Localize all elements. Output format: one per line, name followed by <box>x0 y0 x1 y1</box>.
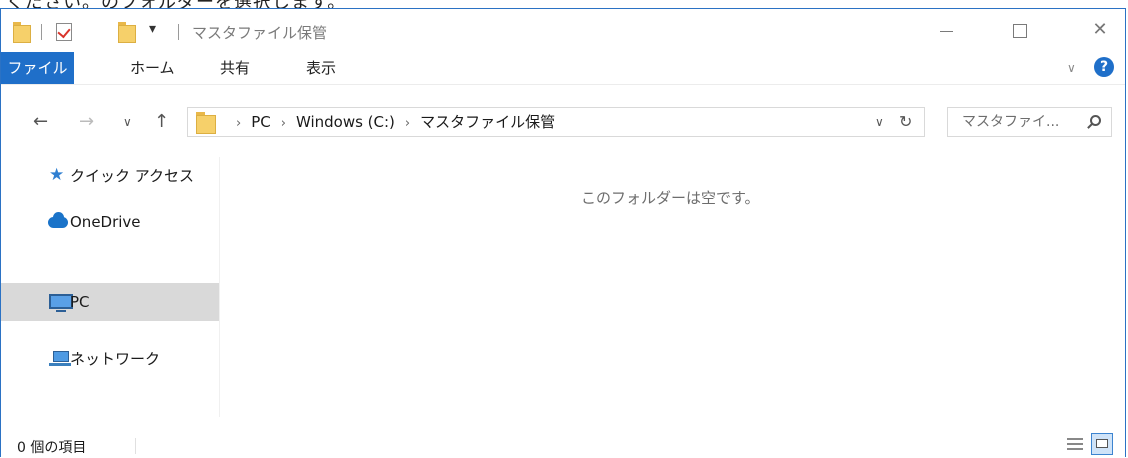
sidebar-item-label: クイック アクセス <box>70 167 195 185</box>
search-icon[interactable] <box>1090 115 1101 126</box>
star-icon: ★ <box>49 165 65 185</box>
breadcrumb: › PC › Windows (C:) › マスタファイル保管 <box>226 108 555 136</box>
close-icon: ✕ <box>1092 19 1108 40</box>
folder-icon <box>13 22 31 43</box>
maximize-icon <box>1013 24 1027 38</box>
large-icons-view-icon[interactable] <box>1091 433 1113 455</box>
navigation-bar: ← → ∨ ↑ › PC › Windows (C:) › マスタファイル保管 ∨ ↻ マ… <box>1 106 1125 138</box>
recent-locations-icon[interactable]: ∨ <box>123 106 132 138</box>
window-title: マスタファイル保管 <box>192 24 328 42</box>
sidebar-item-pc[interactable]: PC <box>1 283 219 321</box>
qat-separator <box>178 24 179 40</box>
breadcrumb-separator-icon[interactable]: › <box>236 116 241 131</box>
qat-separator <box>41 24 42 40</box>
explorer-window: ▾ マスタファイル保管 ✕ ファイル ホーム 共有 表示 ∨ ? ← → ∨ ↑… <box>0 8 1126 457</box>
tab-share[interactable]: 共有 <box>220 52 250 84</box>
breadcrumb-separator-icon[interactable]: › <box>405 116 410 131</box>
minimize-button[interactable] <box>923 9 969 51</box>
close-button[interactable]: ✕ <box>1077 9 1123 51</box>
item-count: 0 個の項目 <box>17 440 87 456</box>
refresh-icon[interactable]: ↻ <box>899 108 912 136</box>
network-icon <box>49 351 71 367</box>
expand-ribbon-icon[interactable]: ∨ <box>1067 61 1076 75</box>
tab-file[interactable]: ファイル <box>1 52 74 84</box>
maximize-button[interactable] <box>997 9 1043 51</box>
properties-icon[interactable] <box>56 23 72 41</box>
tab-view[interactable]: 表示 <box>306 52 336 84</box>
tab-home[interactable]: ホーム <box>130 52 175 84</box>
search-box[interactable]: マスタファイ... <box>947 107 1112 137</box>
title-bar: ▾ マスタファイル保管 ✕ <box>1 9 1125 51</box>
sidebar-item-quick-access[interactable]: ★ クイック アクセス <box>1 157 219 195</box>
cloud-icon <box>48 212 68 228</box>
status-separator <box>135 438 136 454</box>
folder-icon <box>196 112 216 134</box>
sidebar-item-label: ネットワーク <box>70 350 161 368</box>
ribbon-tabs: ファイル ホーム 共有 表示 ∨ ? <box>1 51 1125 85</box>
status-bar: 0 個の項目 <box>1 433 1125 458</box>
up-button[interactable]: ↑ <box>154 106 169 138</box>
address-dropdown-icon[interactable]: ∨ <box>875 108 884 136</box>
qat-dropdown-icon[interactable]: ▾ <box>149 21 156 37</box>
empty-folder-message: このフォルダーは空です。 <box>581 189 760 207</box>
sidebar-item-network[interactable]: ネットワーク <box>1 340 219 378</box>
forward-button[interactable]: → <box>79 106 94 138</box>
breadcrumb-separator-icon[interactable]: › <box>281 116 286 131</box>
sidebar-item-label: PC <box>70 293 90 311</box>
new-folder-icon[interactable] <box>118 22 136 43</box>
top-strip-text: ください。のフォルダーを選択します。 <box>6 0 346 8</box>
top-strip: ください。のフォルダーを選択します。 <box>0 0 1128 8</box>
sidebar-item-onedrive[interactable]: OneDrive <box>1 203 219 241</box>
breadcrumb-current-folder[interactable]: マスタファイル保管 <box>420 113 555 131</box>
details-view-icon[interactable] <box>1067 436 1083 452</box>
navigation-pane: ★ クイック アクセス OneDrive PC ネットワーク <box>1 157 220 417</box>
address-bar[interactable]: › PC › Windows (C:) › マスタファイル保管 ∨ ↻ <box>187 107 925 137</box>
sidebar-item-label: OneDrive <box>70 213 141 231</box>
breadcrumb-pc[interactable]: PC <box>251 113 271 131</box>
back-button[interactable]: ← <box>33 106 48 138</box>
breadcrumb-windows-c[interactable]: Windows (C:) <box>296 113 395 131</box>
minimize-icon <box>940 31 953 32</box>
help-icon[interactable]: ? <box>1094 57 1114 77</box>
search-input[interactable]: マスタファイ... <box>962 108 1059 136</box>
